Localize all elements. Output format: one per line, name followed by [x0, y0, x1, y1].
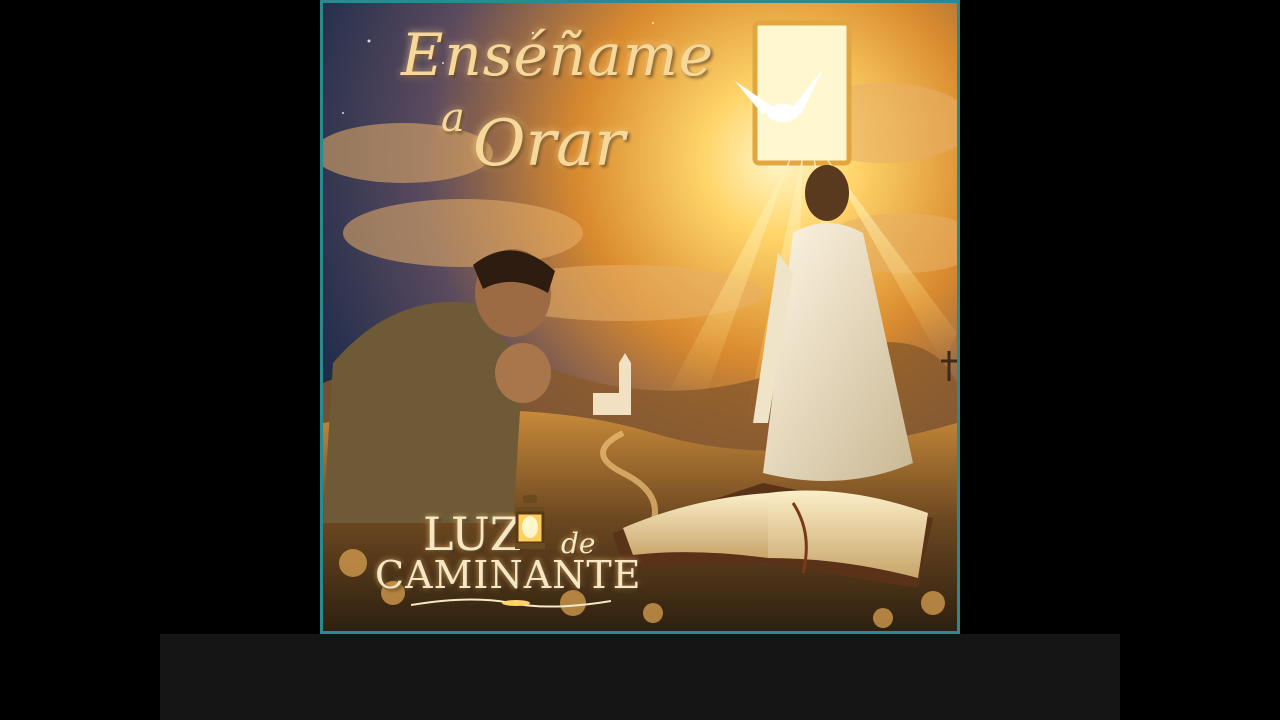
bottom-bar	[160, 634, 1120, 720]
lantern-icon	[515, 495, 545, 549]
cover-title-line3: Orar	[473, 107, 625, 181]
video-frame: Enséñame a Orar LUZ de CAMINANTE	[0, 0, 1280, 720]
cover-title-line2: a	[441, 95, 465, 141]
brand-caminante-text: CAMINANTE	[375, 553, 642, 597]
swoosh-ornament	[411, 598, 611, 608]
album-cover: Enséñame a Orar LUZ de CAMINANTE	[320, 0, 960, 634]
cover-title-line1: Enséñame	[401, 21, 715, 89]
heaven-door	[752, 20, 852, 166]
brand-logo: LUZ de CAMINANTE	[371, 493, 640, 623]
